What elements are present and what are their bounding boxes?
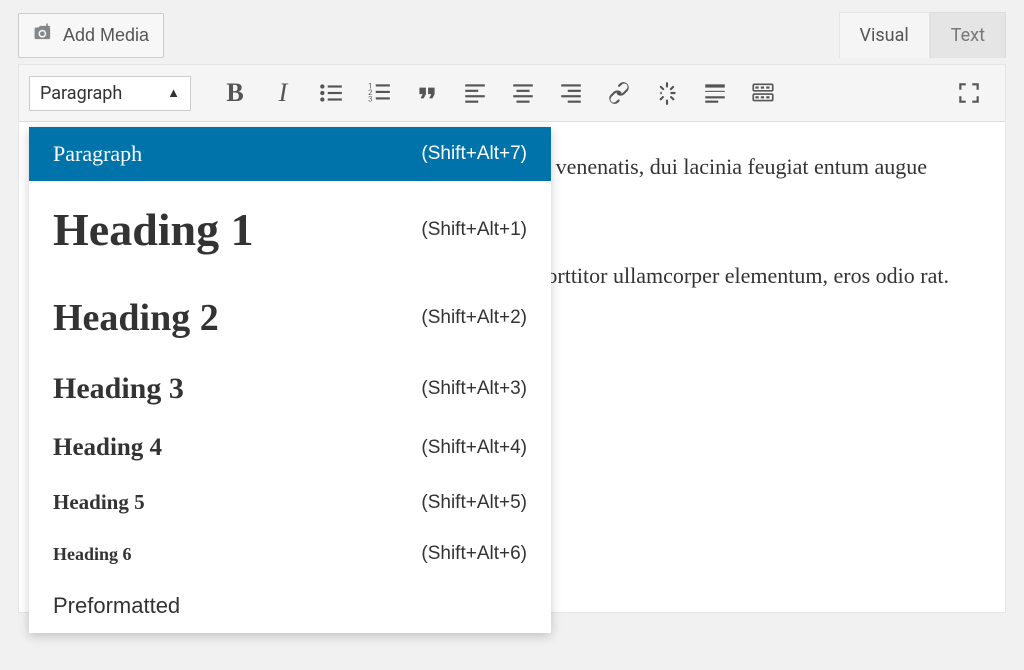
bullet-list-button[interactable] (309, 73, 353, 113)
link-button[interactable] (597, 73, 641, 113)
format-select[interactable]: Paragraph ▲ (29, 76, 191, 111)
align-center-button[interactable] (501, 73, 545, 113)
format-option-h3[interactable]: Heading 3 (Shift+Alt+3) (29, 358, 551, 420)
format-option-label: Heading 4 (53, 434, 162, 462)
camera-icon (33, 22, 55, 49)
format-option-label: Heading 2 (53, 296, 219, 340)
format-option-label: Paragraph (53, 141, 142, 167)
format-select-label: Paragraph (40, 83, 122, 104)
editor-mode-tabs: Visual Text (839, 12, 1006, 58)
format-option-h2[interactable]: Heading 2 (Shift+Alt+2) (29, 278, 551, 358)
format-option-shortcut: (Shift+Alt+6) (421, 543, 527, 565)
tab-visual[interactable]: Visual (839, 12, 930, 58)
format-dropdown: Paragraph (Shift+Alt+7) Heading 1 (Shift+Al… (29, 127, 551, 633)
format-option-h4[interactable]: Heading 4 (Shift+Alt+4) (29, 420, 551, 476)
format-option-h1[interactable]: Heading 1 (Shift+Alt+1) (29, 181, 551, 278)
format-option-shortcut: (Shift+Alt+3) (421, 378, 527, 400)
format-option-label: Heading 5 (53, 490, 145, 515)
numbered-list-button[interactable]: 123 (357, 73, 401, 113)
format-option-label: Preformatted (53, 593, 180, 619)
format-option-shortcut: (Shift+Alt+4) (421, 437, 527, 459)
format-option-paragraph[interactable]: Paragraph (Shift+Alt+7) (29, 127, 551, 181)
format-option-shortcut: (Shift+Alt+1) (421, 219, 527, 241)
toolbar: Paragraph ▲ B I 123 (19, 65, 1005, 122)
format-option-shortcut: (Shift+Alt+7) (421, 143, 527, 165)
italic-button[interactable]: I (261, 73, 305, 113)
format-option-label: Heading 3 (53, 372, 184, 406)
add-media-label: Add Media (63, 25, 149, 46)
align-left-button[interactable] (453, 73, 497, 113)
tab-text[interactable]: Text (930, 12, 1006, 58)
svg-text:3: 3 (368, 95, 372, 104)
format-option-h5[interactable]: Heading 5 (Shift+Alt+5) (29, 476, 551, 529)
bold-button[interactable]: B (213, 73, 257, 113)
align-right-button[interactable] (549, 73, 593, 113)
blockquote-button[interactable] (405, 73, 449, 113)
format-option-label: Heading 1 (53, 203, 254, 256)
format-option-pre[interactable]: Preformatted (29, 579, 551, 633)
insert-more-button[interactable] (693, 73, 737, 113)
unlink-button[interactable] (645, 73, 689, 113)
add-media-button[interactable]: Add Media (18, 13, 164, 58)
format-option-h6[interactable]: Heading 6 (Shift+Alt+6) (29, 529, 551, 579)
format-option-shortcut: (Shift+Alt+2) (421, 307, 527, 329)
format-option-label: Heading 6 (53, 544, 132, 565)
editor: Paragraph ▲ B I 123 (18, 64, 1006, 613)
chevron-up-icon: ▲ (167, 85, 180, 101)
format-option-shortcut: (Shift+Alt+5) (421, 492, 527, 514)
toolbar-toggle-button[interactable] (741, 73, 785, 113)
fullscreen-button[interactable] (947, 73, 991, 113)
